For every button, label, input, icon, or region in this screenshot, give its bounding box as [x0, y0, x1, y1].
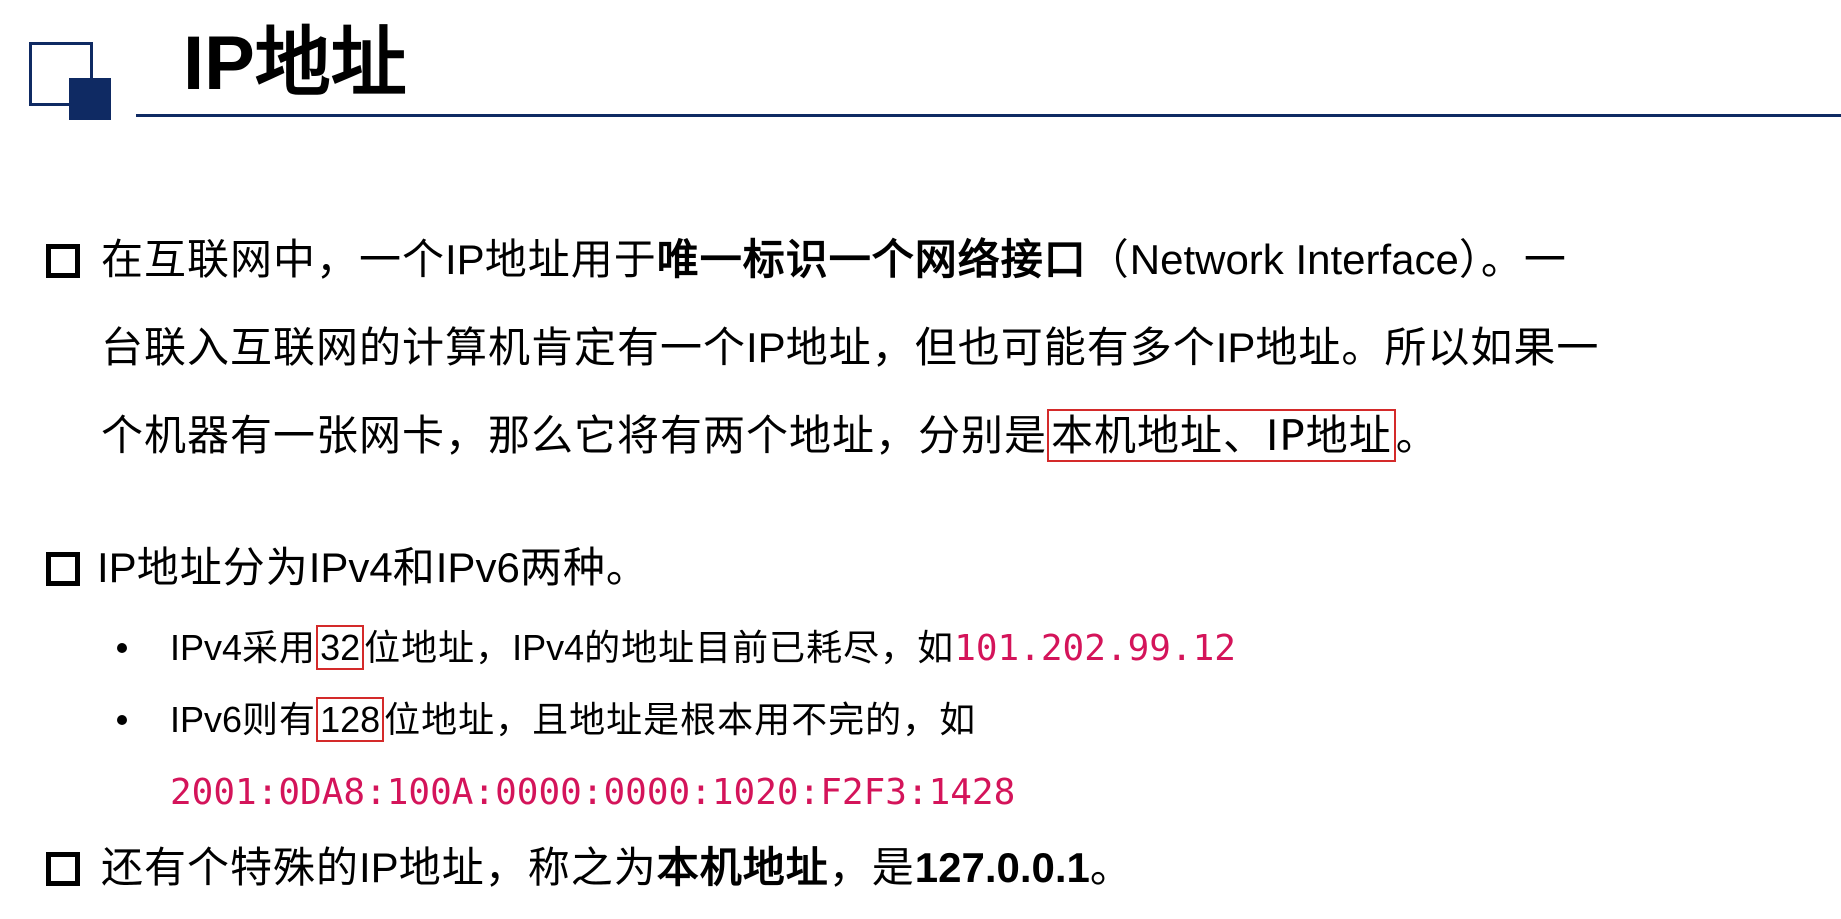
highlight-box: 本机地址、IP地址	[1047, 409, 1396, 462]
paragraph1-line1: 在互联网中，一个IP地址用于唯一标识一个网络接口（Network Interfa…	[101, 235, 1567, 284]
ipv6-bits-highlight: 128	[316, 697, 385, 742]
ipv4-example: 101.202.99.12	[954, 628, 1236, 669]
logo-inner-square	[69, 78, 111, 120]
title-underline	[136, 114, 1841, 117]
emphasis-text: 本机地址	[656, 843, 829, 892]
ipv4-item: IPv4采用 32 位地址，IPv4的地址目前已耗尽，如101.202.99.12	[170, 625, 1236, 670]
bullet-square-icon	[46, 244, 80, 278]
paragraph3: 还有个特殊的IP地址，称之为本机地址，是127.0.0.1。	[101, 843, 1133, 892]
page-title: IP地址	[183, 21, 407, 106]
emphasis-text: 唯一标识一个网络接口	[656, 235, 1087, 284]
loopback-address: 127.0.0.1	[914, 844, 1090, 891]
paragraph1-line3: 个机器有一张网卡，那么它将有两个地址，分别是本机地址、IP地址。	[101, 409, 1439, 462]
bullet-square-icon	[46, 552, 80, 586]
section-logo-icon	[29, 42, 111, 120]
sub-bullet-dot-icon	[117, 715, 127, 725]
bullet-square-icon	[46, 852, 80, 886]
ipv6-example-line: 2001:0DA8:100A:0000:0000:1020:F2F3:1428	[170, 765, 1015, 821]
paragraph2: IP地址分为IPv4和IPv6两种。	[97, 543, 649, 592]
ipv4-bits-highlight: 32	[316, 625, 365, 670]
ipv6-item: IPv6则有 128 位地址，且地址是根本用不完的，如	[170, 697, 977, 742]
ipv6-example: 2001:0DA8:100A:0000:0000:1020:F2F3:1428	[170, 772, 1016, 813]
paragraph1-line2: 台联入互联网的计算机肯定有一个IP地址，但也可能有多个IP地址。所以如果一	[101, 323, 1600, 372]
sub-bullet-dot-icon	[117, 643, 127, 653]
